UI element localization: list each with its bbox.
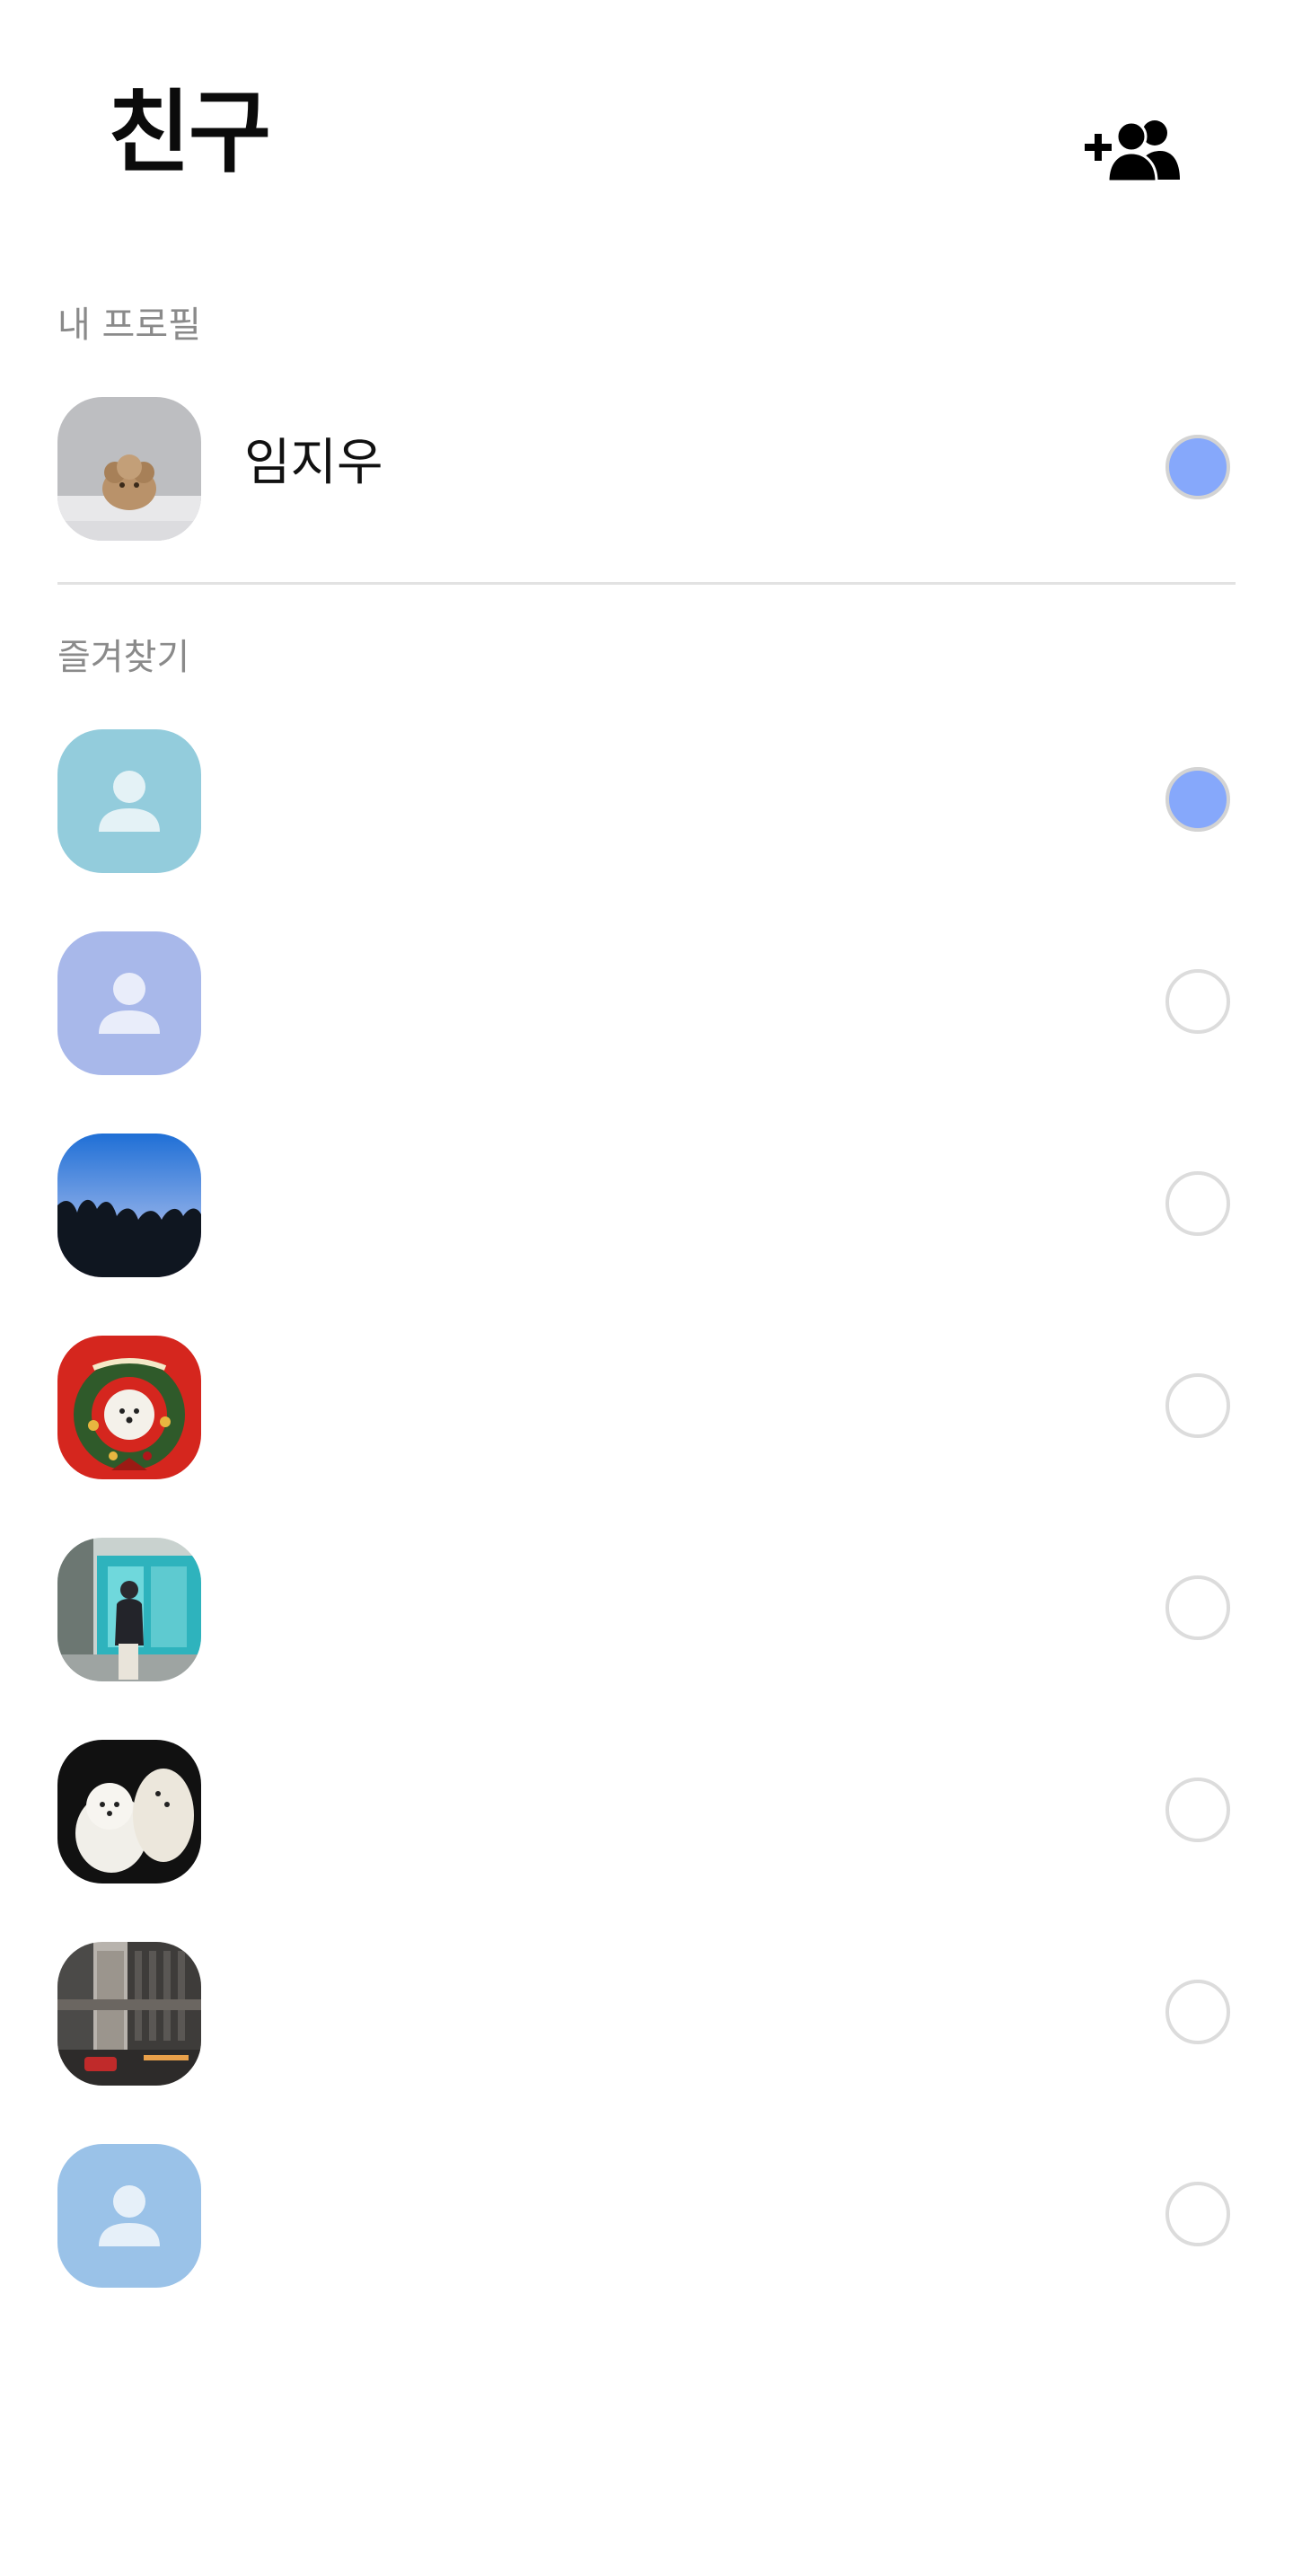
favorite-row[interactable]: [0, 1323, 1293, 1485]
favorites-section-label: 즐겨찾기: [57, 637, 190, 678]
my-profile-section-label: 내 프로필: [57, 304, 201, 346]
favorite-avatar[interactable]: [57, 1538, 201, 1681]
christmas-dog-photo: [57, 1336, 201, 1479]
favorite-avatar[interactable]: [57, 1942, 201, 2086]
favorite-radio[interactable]: [1165, 1575, 1230, 1640]
my-profile-avatar[interactable]: [57, 397, 201, 541]
default-person-icon: [57, 729, 201, 873]
favorite-radio[interactable]: [1165, 1778, 1230, 1842]
favorite-avatar[interactable]: [57, 2144, 201, 2288]
favorite-avatar[interactable]: [57, 1134, 201, 1277]
favorite-avatar[interactable]: [57, 1336, 201, 1479]
favorite-row[interactable]: [0, 1727, 1293, 1889]
poodle-photo: [57, 397, 201, 541]
favorite-avatar[interactable]: [57, 931, 201, 1075]
my-profile-row[interactable]: 임지우: [0, 384, 1293, 546]
add-friend-button[interactable]: [1085, 117, 1180, 183]
my-profile-name: 임지우: [244, 434, 383, 492]
favorite-radio[interactable]: [1165, 2182, 1230, 2246]
favorite-radio[interactable]: [1165, 969, 1230, 1034]
favorite-row[interactable]: [0, 1121, 1293, 1283]
favorite-row[interactable]: [0, 1525, 1293, 1687]
my-profile-radio[interactable]: [1165, 435, 1230, 499]
favorite-avatar[interactable]: [57, 729, 201, 873]
favorite-row[interactable]: [0, 919, 1293, 1081]
two-white-dogs-photo: [57, 1740, 201, 1883]
favorite-row[interactable]: [0, 2131, 1293, 2293]
favorite-radio[interactable]: [1165, 767, 1230, 832]
city-street-photo: [57, 1942, 201, 2086]
favorite-row[interactable]: [0, 1929, 1293, 2091]
favorite-radio[interactable]: [1165, 1171, 1230, 1236]
header: 친구: [0, 0, 1293, 296]
page-title: 친구: [108, 80, 271, 185]
favorite-avatar[interactable]: [57, 1740, 201, 1883]
favorite-radio[interactable]: [1165, 1373, 1230, 1438]
person-street-photo: [57, 1538, 201, 1681]
treeline-sunset-photo: [57, 1134, 201, 1277]
default-person-icon: [57, 2144, 201, 2288]
favorite-radio[interactable]: [1165, 1980, 1230, 2044]
favorite-row[interactable]: [0, 717, 1293, 878]
default-person-icon: [57, 931, 201, 1075]
add-friend-icon: [1085, 120, 1180, 183]
section-divider: [57, 582, 1236, 585]
